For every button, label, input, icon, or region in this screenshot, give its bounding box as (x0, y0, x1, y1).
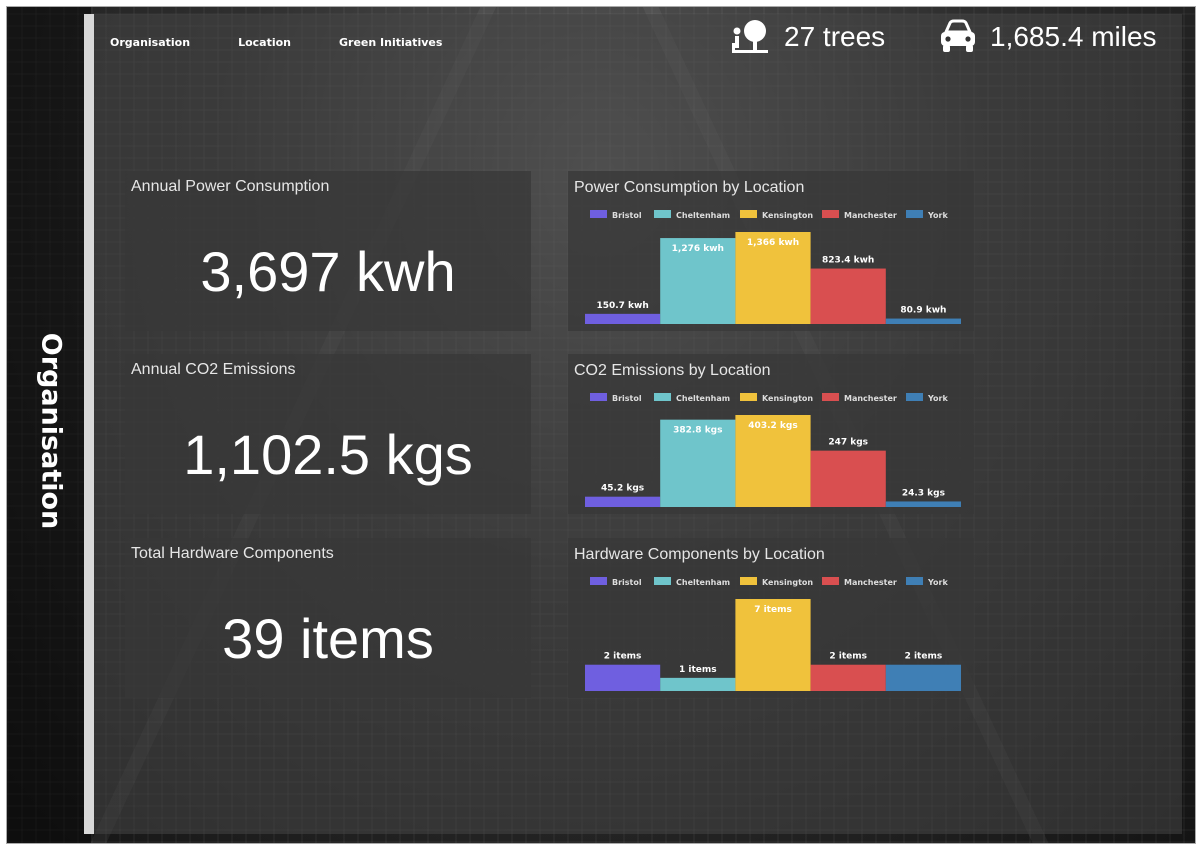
trees-stat: 27 trees (728, 18, 885, 56)
bar-label-cheltenham: 382.8 kgs (673, 426, 722, 436)
bar-label-cheltenham: 1 items (679, 665, 717, 675)
co2-chart-card: CO2 Emissions by Location Bristol Chelten… (568, 354, 974, 514)
bar-label-york: 2 items (905, 652, 943, 662)
hardware-chart: Bristol Cheltenham Kensington Manchester Yor… (585, 577, 961, 691)
bar-bristol (585, 496, 661, 507)
power-chart-card: Power Consumption by Location Bristol Che… (568, 171, 974, 331)
tree-person-icon (732, 20, 768, 53)
legend-swatch-bristol (590, 577, 607, 585)
bar-label-cheltenham: 1,276 kwh (672, 244, 724, 254)
legend-swatch-bristol (590, 393, 607, 401)
miles-value: 1,685.4 miles (990, 21, 1157, 52)
kpi-power-card: Annual Power Consumption 3,697 kwh (125, 171, 531, 331)
kpi-power-value: 3,697 kwh (200, 240, 456, 303)
kpi-power-title: Annual Power Consumption (131, 178, 330, 195)
bar-label-kensington: 1,366 kwh (747, 238, 799, 248)
legend-label-manchester: Manchester (844, 211, 897, 220)
legend-swatch-cheltenham (654, 393, 671, 401)
legend-label-york: York (927, 211, 949, 220)
bar-label-bristol: 150.7 kwh (596, 301, 648, 311)
legend-swatch-bristol (590, 210, 607, 218)
bar-bristol (585, 664, 661, 691)
bar-label-kensington: 7 items (754, 605, 792, 615)
legend-swatch-cheltenham (654, 577, 671, 585)
legend-swatch-cheltenham (654, 210, 671, 218)
bar-manchester (810, 268, 886, 324)
legend-label-bristol: Bristol (612, 578, 642, 587)
co2-chart: Bristol Cheltenham Kensington Manchester Yor… (585, 393, 961, 507)
legend-label-kensington: Kensington (762, 394, 813, 403)
kpi-hardware-card: Total Hardware Components 39 items (125, 538, 531, 698)
bar-cheltenham (660, 677, 736, 691)
bar-manchester (810, 450, 886, 507)
bar-label-manchester: 247 kgs (828, 438, 868, 448)
bar-label-bristol: 2 items (604, 652, 642, 662)
kpi-co2-card: Annual CO2 Emissions 1,102.5 kgs (125, 354, 531, 514)
legend-swatch-kensington (740, 577, 757, 585)
legend-label-manchester: Manchester (844, 394, 897, 403)
legend-swatch-manchester (822, 210, 839, 218)
hardware-chart-card: Hardware Components by Location Bristol C… (568, 538, 974, 698)
power-chart: Bristol Cheltenham Kensington Manchester Yor… (585, 210, 961, 324)
legend-swatch-kensington (740, 210, 757, 218)
legend-label-york: York (927, 394, 949, 403)
kpi-co2-title: Annual CO2 Emissions (131, 361, 296, 378)
nav-location[interactable]: Location (238, 36, 291, 49)
car-icon (941, 19, 975, 52)
bar-label-kensington: 403.2 kgs (748, 421, 797, 431)
trees-value: 27 trees (784, 21, 886, 52)
kpi-hardware-title: Total Hardware Components (131, 545, 334, 562)
bar-bristol (585, 313, 661, 324)
bar-label-york: 24.3 kgs (902, 488, 945, 498)
sidebar: Organisation (7, 7, 91, 843)
legend-swatch-kensington (740, 393, 757, 401)
legend-label-cheltenham: Cheltenham (676, 211, 730, 220)
legend-label-cheltenham: Cheltenham (676, 578, 730, 587)
bar-manchester (810, 664, 886, 691)
legend-label-manchester: Manchester (844, 578, 897, 587)
nav-green-initiatives[interactable]: Green Initiatives (339, 36, 442, 49)
legend-label-york: York (927, 578, 949, 587)
bar-label-bristol: 45.2 kgs (601, 484, 644, 494)
legend-swatch-manchester (822, 393, 839, 401)
bar-label-manchester: 2 items (829, 652, 867, 662)
legend-swatch-york (906, 577, 923, 585)
top-nav: Organisation Location Green Initiatives (110, 36, 442, 49)
legend-label-bristol: Bristol (612, 394, 642, 403)
bar-york (885, 501, 961, 507)
sidebar-title: Organisation (35, 332, 67, 530)
bar-label-manchester: 823.4 kwh (822, 256, 874, 266)
kpi-co2-value: 1,102.5 kgs (183, 423, 473, 486)
bar-label-york: 80.9 kwh (900, 306, 946, 316)
legend-swatch-york (906, 393, 923, 401)
bar-york (885, 318, 961, 324)
bar-york (885, 664, 961, 691)
sidebar-divider (84, 14, 94, 834)
legend-label-kensington: Kensington (762, 211, 813, 220)
miles-stat: 1,685.4 miles (938, 18, 1157, 56)
legend-label-cheltenham: Cheltenham (676, 394, 730, 403)
legend-label-bristol: Bristol (612, 211, 642, 220)
nav-organisation[interactable]: Organisation (110, 36, 190, 49)
legend-swatch-manchester (822, 577, 839, 585)
legend-label-kensington: Kensington (762, 578, 813, 587)
legend-swatch-york (906, 210, 923, 218)
kpi-hardware-value: 39 items (222, 607, 434, 670)
